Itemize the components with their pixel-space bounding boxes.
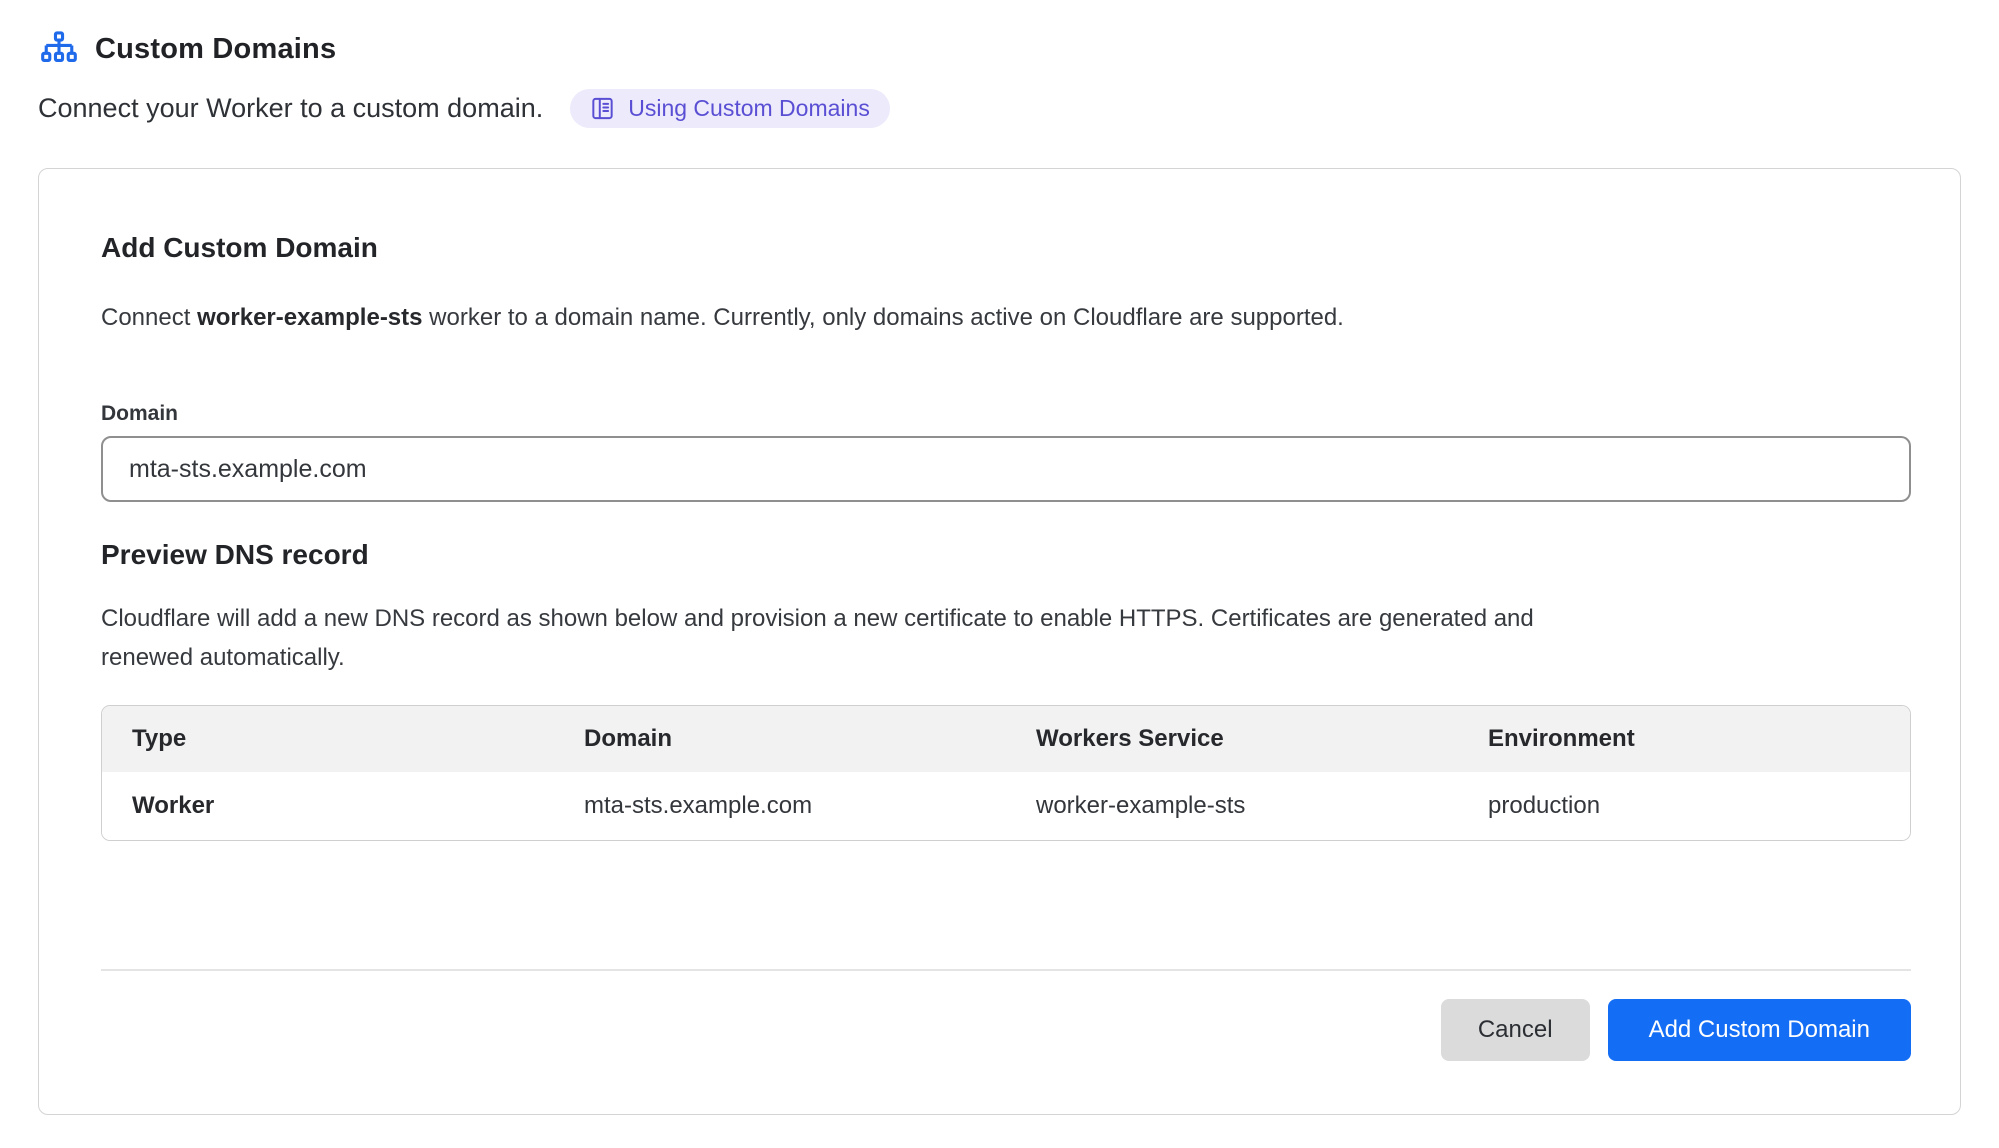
preview-dns-description: Cloudflare will add a new DNS record as …: [101, 599, 1571, 677]
page-header: Custom Domains: [38, 30, 1961, 68]
custom-domains-page: Custom Domains Connect your Worker to a …: [0, 0, 1999, 1115]
domain-field-label: Domain: [101, 401, 1898, 427]
using-custom-domains-docs-link[interactable]: Using Custom Domains: [570, 89, 890, 128]
docs-badge-label: Using Custom Domains: [628, 95, 870, 122]
table-header-row: Type Domain Workers Service Environment: [102, 706, 1910, 772]
intro-suffix: worker to a domain name. Currently, only…: [423, 304, 1344, 331]
page-subtitle: Connect your Worker to a custom domain.: [38, 93, 543, 124]
actions-row: Cancel Add Custom Domain: [101, 999, 1911, 1061]
cell-workers-service: worker-example-sts: [1006, 772, 1458, 840]
sitemap-icon: [40, 30, 78, 68]
page-subtitle-row: Connect your Worker to a custom domain. …: [38, 89, 1961, 128]
column-header-type: Type: [102, 706, 554, 772]
cell-domain: mta-sts.example.com: [554, 772, 1006, 840]
domain-input[interactable]: [101, 436, 1911, 502]
add-custom-domain-card: Add Custom Domain Connect worker-example…: [38, 168, 1961, 1115]
cancel-button[interactable]: Cancel: [1441, 999, 1590, 1061]
column-header-workers-service: Workers Service: [1006, 706, 1458, 772]
table-row: Worker mta-sts.example.com worker-exampl…: [102, 772, 1910, 840]
column-header-domain: Domain: [554, 706, 1006, 772]
footer-divider: [101, 969, 1911, 971]
cell-environment: production: [1458, 772, 1910, 840]
dns-preview-table: Type Domain Workers Service Environment …: [101, 705, 1911, 841]
cell-type: Worker: [102, 772, 554, 840]
intro-prefix: Connect: [101, 304, 197, 331]
preview-dns-record-heading: Preview DNS record: [101, 538, 1898, 572]
add-custom-domain-button[interactable]: Add Custom Domain: [1608, 999, 1911, 1061]
add-custom-domain-heading: Add Custom Domain: [101, 231, 1898, 265]
page-title: Custom Domains: [95, 33, 336, 66]
book-icon: [590, 96, 615, 121]
worker-name: worker-example-sts: [197, 304, 422, 331]
column-header-environment: Environment: [1458, 706, 1910, 772]
intro-text: Connect worker-example-sts worker to a d…: [101, 301, 1898, 335]
